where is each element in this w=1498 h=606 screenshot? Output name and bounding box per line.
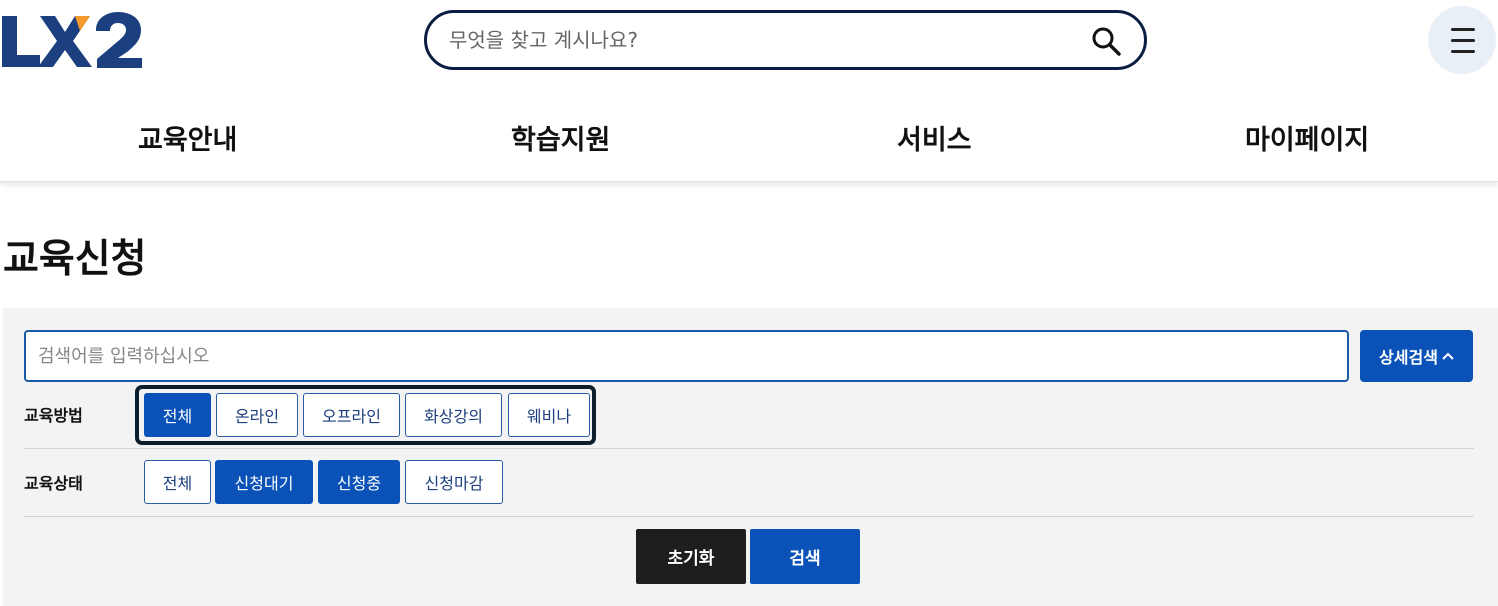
search-icon[interactable] [1090, 25, 1122, 57]
search-filter-panel: 상세검색 교육방법 전체 온라인 오프라인 화상강의 웨비나 교육상태 전체 신… [3, 308, 1498, 606]
status-option-closed[interactable]: 신청마감 [405, 460, 503, 504]
method-option-webinar[interactable]: 웨비나 [508, 393, 590, 437]
method-option-all[interactable]: 전체 [144, 393, 211, 437]
hamburger-menu-button[interactable] [1428, 6, 1496, 74]
global-search-input[interactable] [449, 23, 1069, 57]
status-label: 교육상태 [24, 474, 83, 493]
nav-item-services[interactable]: 서비스 [897, 118, 972, 157]
keyword-input[interactable] [38, 342, 1328, 370]
lx2-logo[interactable] [0, 10, 150, 72]
advanced-search-button[interactable]: 상세검색 [1360, 330, 1473, 382]
status-option-all[interactable]: 전체 [144, 460, 211, 504]
row-divider [24, 516, 1474, 517]
nav-item-learning-support[interactable]: 학습지원 [511, 118, 610, 157]
search-button[interactable]: 검색 [750, 529, 860, 584]
main-navigation: 교육안내 학습지원 서비스 마이페이지 [0, 100, 1498, 174]
reset-button[interactable]: 초기화 [636, 529, 746, 584]
advanced-search-label: 상세검색 [1379, 350, 1438, 367]
method-option-offline[interactable]: 오프라인 [303, 393, 400, 437]
nav-item-my-page[interactable]: 마이페이지 [1245, 118, 1369, 157]
status-option-waiting[interactable]: 신청대기 [215, 460, 313, 504]
row-divider [24, 448, 1474, 449]
chevron-up-icon [1442, 352, 1454, 360]
page-title: 교육신청 [3, 237, 147, 282]
method-option-video-lecture[interactable]: 화상강의 [405, 393, 502, 437]
nav-item-education-guide[interactable]: 교육안내 [138, 118, 237, 157]
method-label: 교육방법 [24, 406, 83, 425]
status-option-in-progress[interactable]: 신청중 [318, 460, 400, 504]
keyword-field [24, 330, 1349, 382]
global-search-bar [424, 10, 1147, 70]
method-option-online[interactable]: 온라인 [216, 393, 298, 437]
site-header: 교육안내 학습지원 서비스 마이페이지 [0, 0, 1498, 182]
